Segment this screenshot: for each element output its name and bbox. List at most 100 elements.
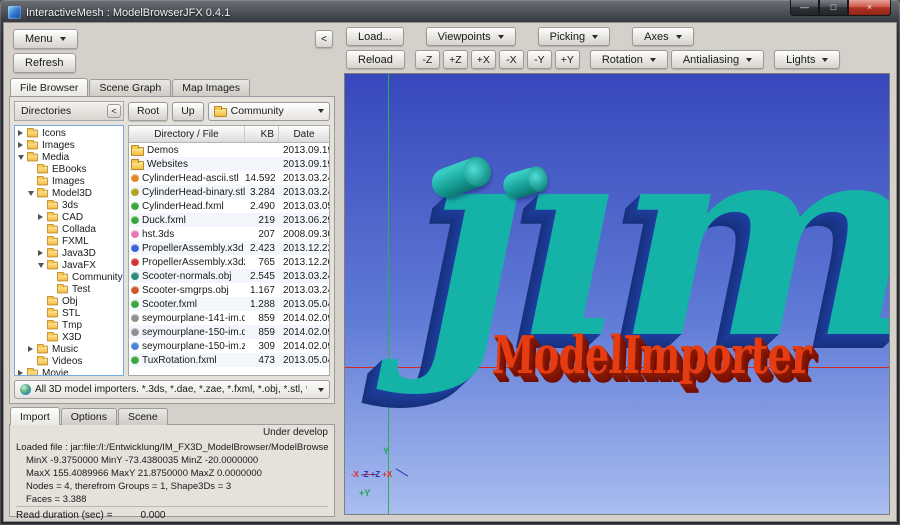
- tree-expand-icon[interactable]: [38, 212, 46, 223]
- table-row[interactable]: TuxRotation.fxml4732013.05.04: [129, 353, 329, 367]
- reload-button[interactable]: Reload: [346, 50, 405, 69]
- tree-expand-icon[interactable]: [18, 128, 26, 139]
- table-row[interactable]: Demos2013.09.19: [129, 143, 329, 157]
- tree-expand-icon[interactable]: [28, 344, 36, 355]
- file-date-cell: 2013.03.24: [279, 173, 329, 184]
- view-plus-x-button[interactable]: +X: [471, 50, 496, 69]
- folder-icon: [47, 201, 58, 209]
- tab-scene[interactable]: Scene: [118, 408, 168, 425]
- table-row[interactable]: Duck.fxml2192013.06.29: [129, 213, 329, 227]
- folder-icon: [47, 309, 58, 317]
- close-button[interactable]: ×: [848, 0, 891, 16]
- tree-item[interactable]: Test: [15, 283, 123, 295]
- up-button[interactable]: Up: [172, 102, 203, 121]
- tree-item[interactable]: Tmp: [15, 319, 123, 331]
- titlebar[interactable]: InteractiveMesh : ModelBrowserJFX 0.4.1 …: [3, 3, 897, 22]
- table-row[interactable]: seymourplane-150-im.dae8592014.02.09: [129, 325, 329, 339]
- tree-item[interactable]: Community: [15, 271, 123, 283]
- tab-import[interactable]: Import: [10, 407, 60, 425]
- file-name: CylinderHead-binary.stl: [142, 187, 245, 198]
- folder-icon: [131, 161, 144, 170]
- table-row[interactable]: CylinderHead-binary.stl3.2842013.03.24: [129, 185, 329, 199]
- view-plus-z-button[interactable]: +Z: [443, 50, 468, 69]
- lights-menu-button[interactable]: Lights: [774, 50, 840, 69]
- collapse-directories-button[interactable]: <: [107, 104, 121, 118]
- tree-item[interactable]: STL: [15, 307, 123, 319]
- gizmo-plus-x-label: +X: [382, 470, 392, 479]
- tree-item[interactable]: Videos: [15, 355, 123, 367]
- file-name-cell: Scooter-smgrps.obj: [129, 285, 245, 296]
- rotation-label: Rotation: [602, 54, 643, 66]
- table-row[interactable]: CylinderHead-ascii.stl14.5922013.03.24: [129, 171, 329, 185]
- maximize-button[interactable]: □: [819, 0, 848, 16]
- tree-expand-icon[interactable]: [18, 140, 26, 151]
- tab-map-images[interactable]: Map Images: [172, 79, 250, 96]
- table-row[interactable]: hst.3ds2072008.09.30: [129, 227, 329, 241]
- directories-header: Directories <: [14, 101, 124, 121]
- log-loaded-file: Loaded file : jar:file:/I:/Entwicklung/I…: [16, 441, 328, 454]
- root-button[interactable]: Root: [128, 102, 168, 121]
- tree-item[interactable]: Music: [15, 343, 123, 355]
- read-duration-value: 0.000: [140, 510, 165, 521]
- collapse-left-panel-button[interactable]: <: [315, 30, 333, 48]
- tree-item[interactable]: Images: [15, 175, 123, 187]
- tree-expand-icon[interactable]: [38, 248, 46, 259]
- info-tabs: Import Options Scene: [9, 408, 335, 425]
- tree-item[interactable]: Media: [15, 151, 123, 163]
- table-row[interactable]: seymourplane-150-im.zae3092014.02.09: [129, 339, 329, 353]
- antialiasing-menu-button[interactable]: Antialiasing: [671, 50, 764, 69]
- table-row[interactable]: CylinderHead.fxml2.4902013.03.05: [129, 199, 329, 213]
- tree-item[interactable]: FXML: [15, 235, 123, 247]
- view-minus-z-button[interactable]: -Z: [415, 50, 440, 69]
- tree-item[interactable]: Collada: [15, 223, 123, 235]
- tree-collapse-icon[interactable]: [28, 188, 36, 199]
- minimize-button[interactable]: —: [790, 0, 819, 16]
- tree-item[interactable]: EBooks: [15, 163, 123, 175]
- tree-collapse-icon[interactable]: [18, 152, 26, 163]
- refresh-button[interactable]: Refresh: [13, 53, 76, 73]
- viewpoints-menu-button[interactable]: Viewpoints: [426, 27, 516, 46]
- column-header-date[interactable]: Date: [279, 126, 329, 142]
- rotation-menu-button[interactable]: Rotation: [590, 50, 668, 69]
- viewport-3d[interactable]: ȷım ModelImporter Y -X -Z +Z +X +Y: [344, 73, 890, 515]
- tree-item[interactable]: X3D: [15, 331, 123, 343]
- tree-item[interactable]: CAD: [15, 211, 123, 223]
- tree-item-label: Obj: [62, 296, 78, 307]
- tree-item[interactable]: Model3D: [15, 187, 123, 199]
- load-button[interactable]: Load...: [346, 27, 404, 46]
- tree-item[interactable]: Obj: [15, 295, 123, 307]
- gizmo-y-top-label: Y: [383, 446, 389, 456]
- tab-options[interactable]: Options: [61, 408, 117, 425]
- table-row[interactable]: Scooter.fxml1.2882013.05.04: [129, 297, 329, 311]
- tree-item[interactable]: Images: [15, 139, 123, 151]
- column-header-kb[interactable]: KB: [245, 126, 279, 142]
- table-row[interactable]: seymourplane-141-im.dae8592014.02.09: [129, 311, 329, 325]
- view-minus-x-button[interactable]: -X: [499, 50, 524, 69]
- tree-item[interactable]: JavaFX: [15, 259, 123, 271]
- tree-expand-icon[interactable]: [18, 368, 26, 377]
- table-row[interactable]: Scooter-normals.obj2.5452013.03.24: [129, 269, 329, 283]
- table-row[interactable]: Scooter-smgrps.obj1.1672013.03.24: [129, 283, 329, 297]
- menu-button[interactable]: Menu: [13, 29, 78, 49]
- importer-filter-combo[interactable]: All 3D model importers. *.3ds, *.dae, *.…: [14, 380, 330, 399]
- folder-icon: [27, 153, 38, 161]
- table-row[interactable]: Websites2013.09.19: [129, 157, 329, 171]
- left-panel: Menu < Refresh File Browser Scene Graph …: [4, 23, 340, 521]
- picking-menu-button[interactable]: Picking: [538, 27, 610, 46]
- tree-item[interactable]: 3ds: [15, 199, 123, 211]
- tree-item[interactable]: Movie: [15, 367, 123, 376]
- table-row[interactable]: PropellerAssembly.x3dz7652013.12.26: [129, 255, 329, 269]
- tree-item[interactable]: Icons: [15, 127, 123, 139]
- folder-combo[interactable]: Community: [208, 102, 330, 121]
- tab-scene-graph[interactable]: Scene Graph: [89, 79, 171, 96]
- folder-icon: [47, 249, 58, 257]
- column-header-name[interactable]: Directory / File: [129, 126, 245, 142]
- tree-item[interactable]: Java3D: [15, 247, 123, 259]
- tab-file-browser[interactable]: File Browser: [10, 78, 88, 96]
- view-minus-y-button[interactable]: -Y: [527, 50, 552, 69]
- table-row[interactable]: PropellerAssembly.x3d2.4232013.12.22: [129, 241, 329, 255]
- view-plus-y-button[interactable]: +Y: [555, 50, 580, 69]
- file-type-icon: [131, 258, 139, 266]
- axes-menu-button[interactable]: Axes: [632, 27, 693, 46]
- tree-collapse-icon[interactable]: [38, 260, 46, 271]
